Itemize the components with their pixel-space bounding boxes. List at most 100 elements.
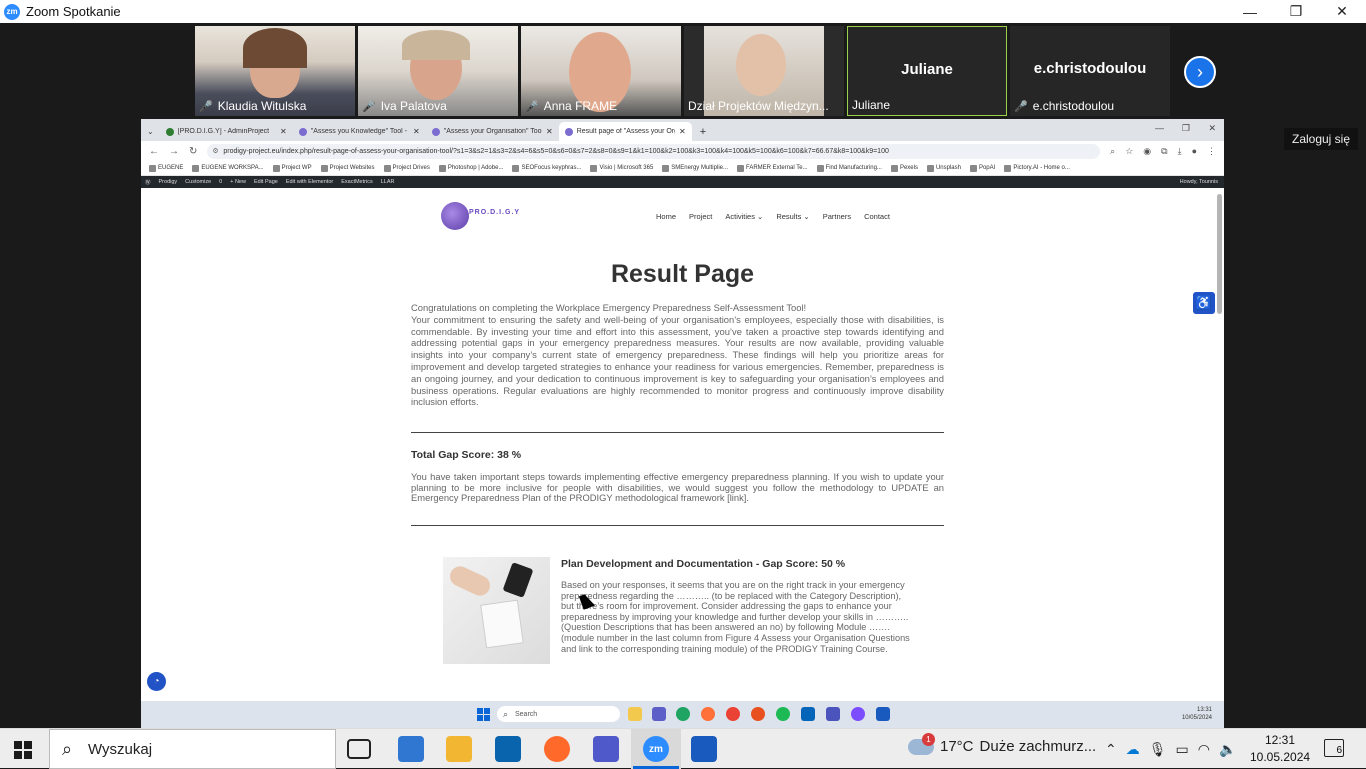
remote-start-icon[interactable] xyxy=(477,708,490,721)
store-icon[interactable] xyxy=(398,736,424,762)
wp-bar-item[interactable]: ExactMetrics xyxy=(341,179,372,185)
bookmark-item[interactable]: EUGENE xyxy=(149,164,183,172)
extension-icon[interactable]: ◉ xyxy=(1143,146,1151,157)
task-view-icon[interactable] xyxy=(347,739,371,759)
participant-tile-active[interactable]: Juliane Juliane xyxy=(847,26,1007,116)
bookmark-item[interactable]: Find Manufacturing... xyxy=(816,164,882,172)
browser-close-button[interactable]: ✕ xyxy=(1208,123,1216,134)
bookmark-item[interactable]: Project Drives xyxy=(383,164,430,172)
outlook-icon[interactable] xyxy=(495,736,521,762)
taskbar-clock[interactable]: 12:31 10.05.2024 xyxy=(1250,732,1310,766)
chrome-icon[interactable] xyxy=(726,707,740,721)
url-input[interactable]: ⚙ prodigy-project.eu/index.php/result-pag… xyxy=(207,143,1101,159)
bookmark-item[interactable]: Visio | Microsoft 365 xyxy=(590,164,653,172)
wp-bar-item[interactable]: 0 xyxy=(219,179,222,185)
tab-list-icon[interactable]: ⌄ xyxy=(141,127,160,141)
word-icon[interactable] xyxy=(691,736,717,762)
teams-icon[interactable] xyxy=(593,736,619,762)
close-tab-icon[interactable]: ✕ xyxy=(413,127,420,136)
edge-icon[interactable] xyxy=(676,707,690,721)
browser-icon[interactable] xyxy=(751,707,765,721)
wp-bar-item[interactable]: + New xyxy=(230,179,246,185)
chrome-icon[interactable] xyxy=(851,707,865,721)
wp-bar-item[interactable]: Customize xyxy=(185,179,211,185)
bookmark-item[interactable]: Project Websites xyxy=(320,164,375,172)
battery-icon[interactable]: ▭ xyxy=(1176,741,1189,758)
scrollbar[interactable] xyxy=(1216,192,1223,697)
close-button[interactable]: ✕ xyxy=(1319,0,1365,23)
zoom-icon[interactable]: ⌕ xyxy=(1110,146,1115,157)
close-tab-icon[interactable]: ✕ xyxy=(280,127,287,136)
wp-bar-item[interactable]: Edit Page xyxy=(254,179,278,185)
wp-bar-item[interactable]: Prodigy xyxy=(159,179,178,185)
weather-widget[interactable]: 1 17°C Duże zachmurz... xyxy=(908,732,1096,755)
back-icon[interactable]: ← xyxy=(149,146,159,157)
accessibility-widget-icon[interactable]: ◔ xyxy=(147,672,166,691)
onedrive-icon[interactable]: ☁ xyxy=(1126,741,1140,758)
browser-restore-button[interactable]: ❐ xyxy=(1182,123,1190,134)
bookmark-item[interactable]: Photoshop | Adobe... xyxy=(438,164,503,172)
extensions-icon[interactable]: ⧉ xyxy=(1161,146,1167,157)
menu-results[interactable]: Results ⌄ xyxy=(776,212,809,221)
participant-tile[interactable]: 🎤 Klaudia Witulska xyxy=(195,26,355,116)
browser-tab[interactable]: [PRO.D.I.G.Y] - AdminProject ✕ xyxy=(160,122,293,141)
browser-tab[interactable]: "Assess you Knowledge" Tool - ✕ xyxy=(293,122,426,141)
close-tab-icon[interactable]: ✕ xyxy=(546,127,553,136)
reload-icon[interactable]: ↻ xyxy=(189,146,197,157)
bookmark-item[interactable]: SMEnergy Multiplie... xyxy=(662,164,728,172)
firefox-icon[interactable] xyxy=(701,707,715,721)
bookmark-item[interactable]: Pictory.AI - Home o... xyxy=(1004,164,1070,172)
minimize-button[interactable]: — xyxy=(1227,0,1273,23)
firefox-icon[interactable] xyxy=(544,736,570,762)
bookmark-item[interactable]: SEOFocus keyphras... xyxy=(512,164,581,172)
new-tab-button[interactable]: + xyxy=(692,126,714,141)
menu-icon[interactable]: ⋮ xyxy=(1207,146,1216,157)
bookmark-item[interactable]: Unsplash xyxy=(926,164,961,172)
browser-minimize-button[interactable]: — xyxy=(1155,123,1164,133)
folder-icon[interactable] xyxy=(628,707,642,721)
restore-button[interactable]: ❐ xyxy=(1273,0,1319,23)
site-logo-text[interactable]: PRO.D.I.G.Y xyxy=(469,209,520,216)
teams-icon[interactable] xyxy=(826,707,840,721)
accessibility-icon[interactable]: ♿ xyxy=(1193,292,1215,314)
menu-contact[interactable]: Contact xyxy=(864,212,890,221)
outlook-icon[interactable] xyxy=(801,707,815,721)
wp-bar-item[interactable]: Edit with Elementor xyxy=(286,179,333,185)
menu-activities[interactable]: Activities ⌄ xyxy=(725,212,763,221)
word-icon[interactable] xyxy=(876,707,890,721)
menu-home[interactable]: Home xyxy=(656,212,676,221)
microphone-icon[interactable]: 🎙 xyxy=(1149,741,1167,758)
remote-search-input[interactable]: Search xyxy=(497,706,620,722)
notification-icon[interactable]: 6 xyxy=(1324,739,1344,757)
wp-howdy[interactable]: Howdy, Tounnis xyxy=(1180,179,1218,185)
wifi-icon[interactable]: ◠ xyxy=(1198,741,1210,758)
site-info-icon[interactable]: ⚙ xyxy=(212,147,218,155)
browser-tab-active[interactable]: Result page of "Assess your Org... ✕ xyxy=(558,122,692,141)
bookmark-item[interactable]: Pexels xyxy=(890,164,918,172)
zoom-app-active[interactable]: zm xyxy=(631,729,681,769)
profile-icon[interactable]: ● xyxy=(1192,146,1197,156)
participant-tile[interactable]: Dział Projektów Międzyn... xyxy=(684,26,844,116)
participant-tile[interactable]: e.christodoulou 🎤 e.christodoulou xyxy=(1010,26,1170,116)
bookmark-item[interactable]: Project WP xyxy=(272,164,312,172)
start-icon[interactable] xyxy=(14,741,32,759)
teams-icon[interactable] xyxy=(652,707,666,721)
close-tab-icon[interactable]: ✕ xyxy=(679,127,686,136)
bookmark-item[interactable]: PopAI xyxy=(969,164,995,172)
bookmark-item[interactable]: FARMER External Te... xyxy=(736,164,808,172)
menu-partners[interactable]: Partners xyxy=(823,212,851,221)
download-icon[interactable]: ⤓ xyxy=(1178,146,1182,157)
app-icon[interactable] xyxy=(776,707,790,721)
volume-icon[interactable]: 🔈 xyxy=(1219,741,1236,758)
next-page-button[interactable]: › xyxy=(1184,56,1216,88)
menu-project[interactable]: Project xyxy=(689,212,712,221)
bookmark-star-icon[interactable]: ☆ xyxy=(1125,146,1133,157)
wp-logo-icon[interactable]: Ⓦ xyxy=(145,178,151,186)
chevron-up-icon[interactable]: ⌃ xyxy=(1105,741,1117,758)
taskbar-search[interactable]: ⌕ Wyszukaj xyxy=(49,729,336,769)
participant-tile[interactable]: 🎤 Anna FRAME xyxy=(521,26,681,116)
participant-tile[interactable]: 🎤 Iva Palatova xyxy=(358,26,518,116)
bookmark-item[interactable]: EUGENE WORKSPA... xyxy=(192,164,264,172)
site-logo-icon[interactable] xyxy=(441,202,469,230)
wp-bar-item[interactable]: LLAR xyxy=(381,179,395,185)
